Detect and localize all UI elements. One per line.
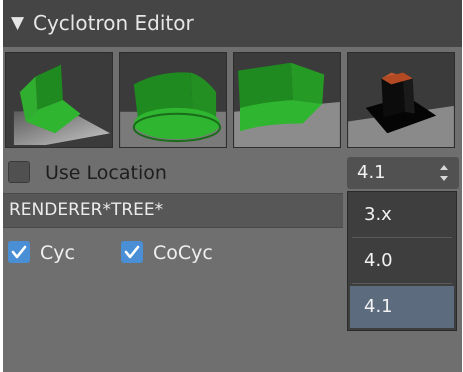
checkmark-icon	[124, 245, 140, 259]
panel-title: Cyclotron Editor	[33, 11, 194, 35]
cocyc-checkbox[interactable]	[121, 241, 143, 263]
shape-button-corner-flat[interactable]	[5, 52, 113, 148]
renderer-field-value: RENDERER*TREE*	[9, 200, 164, 220]
cyclorama-corner-icon	[6, 53, 112, 147]
menu-divider	[352, 237, 452, 238]
cyclorama-wall-icon	[234, 53, 340, 147]
version-option-label: 4.0	[364, 250, 393, 271]
version-option-3x[interactable]: 3.x	[350, 194, 454, 236]
cyclotron-editor-panel: ▼ Cyclotron Editor Use Location 4.1 REND…	[3, 0, 462, 372]
sort-arrows-icon	[440, 165, 448, 181]
panel-header[interactable]: ▼ Cyclotron Editor	[3, 0, 462, 47]
collapse-arrow-icon[interactable]: ▼	[11, 0, 24, 47]
menu-divider	[352, 283, 452, 284]
shape-button-wall-curved[interactable]	[233, 52, 341, 148]
version-option-label: 4.1	[364, 296, 393, 317]
version-dropdown-menu: 3.x 4.0 4.1	[347, 191, 457, 331]
cyclorama-round-icon	[120, 53, 226, 147]
version-option-41[interactable]: 4.1	[350, 286, 454, 328]
version-select[interactable]: 4.1	[347, 157, 459, 189]
version-option-label: 3.x	[364, 204, 392, 225]
use-location-label: Use Location	[45, 162, 167, 184]
use-location-checkbox[interactable]	[8, 161, 30, 183]
cyc-checkbox[interactable]	[8, 241, 30, 263]
version-option-40[interactable]: 4.0	[350, 240, 454, 282]
checkmark-icon	[11, 245, 27, 259]
version-select-value: 4.1	[357, 162, 386, 183]
cyc-label: Cyc	[40, 242, 75, 264]
cocyc-label: CoCyc	[153, 242, 213, 264]
renderer-field[interactable]: RENDERER*TREE*	[3, 193, 343, 228]
shape-button-dark-box[interactable]	[347, 52, 455, 148]
dark-box-icon	[348, 53, 454, 147]
shape-button-curved-round[interactable]	[119, 52, 227, 148]
